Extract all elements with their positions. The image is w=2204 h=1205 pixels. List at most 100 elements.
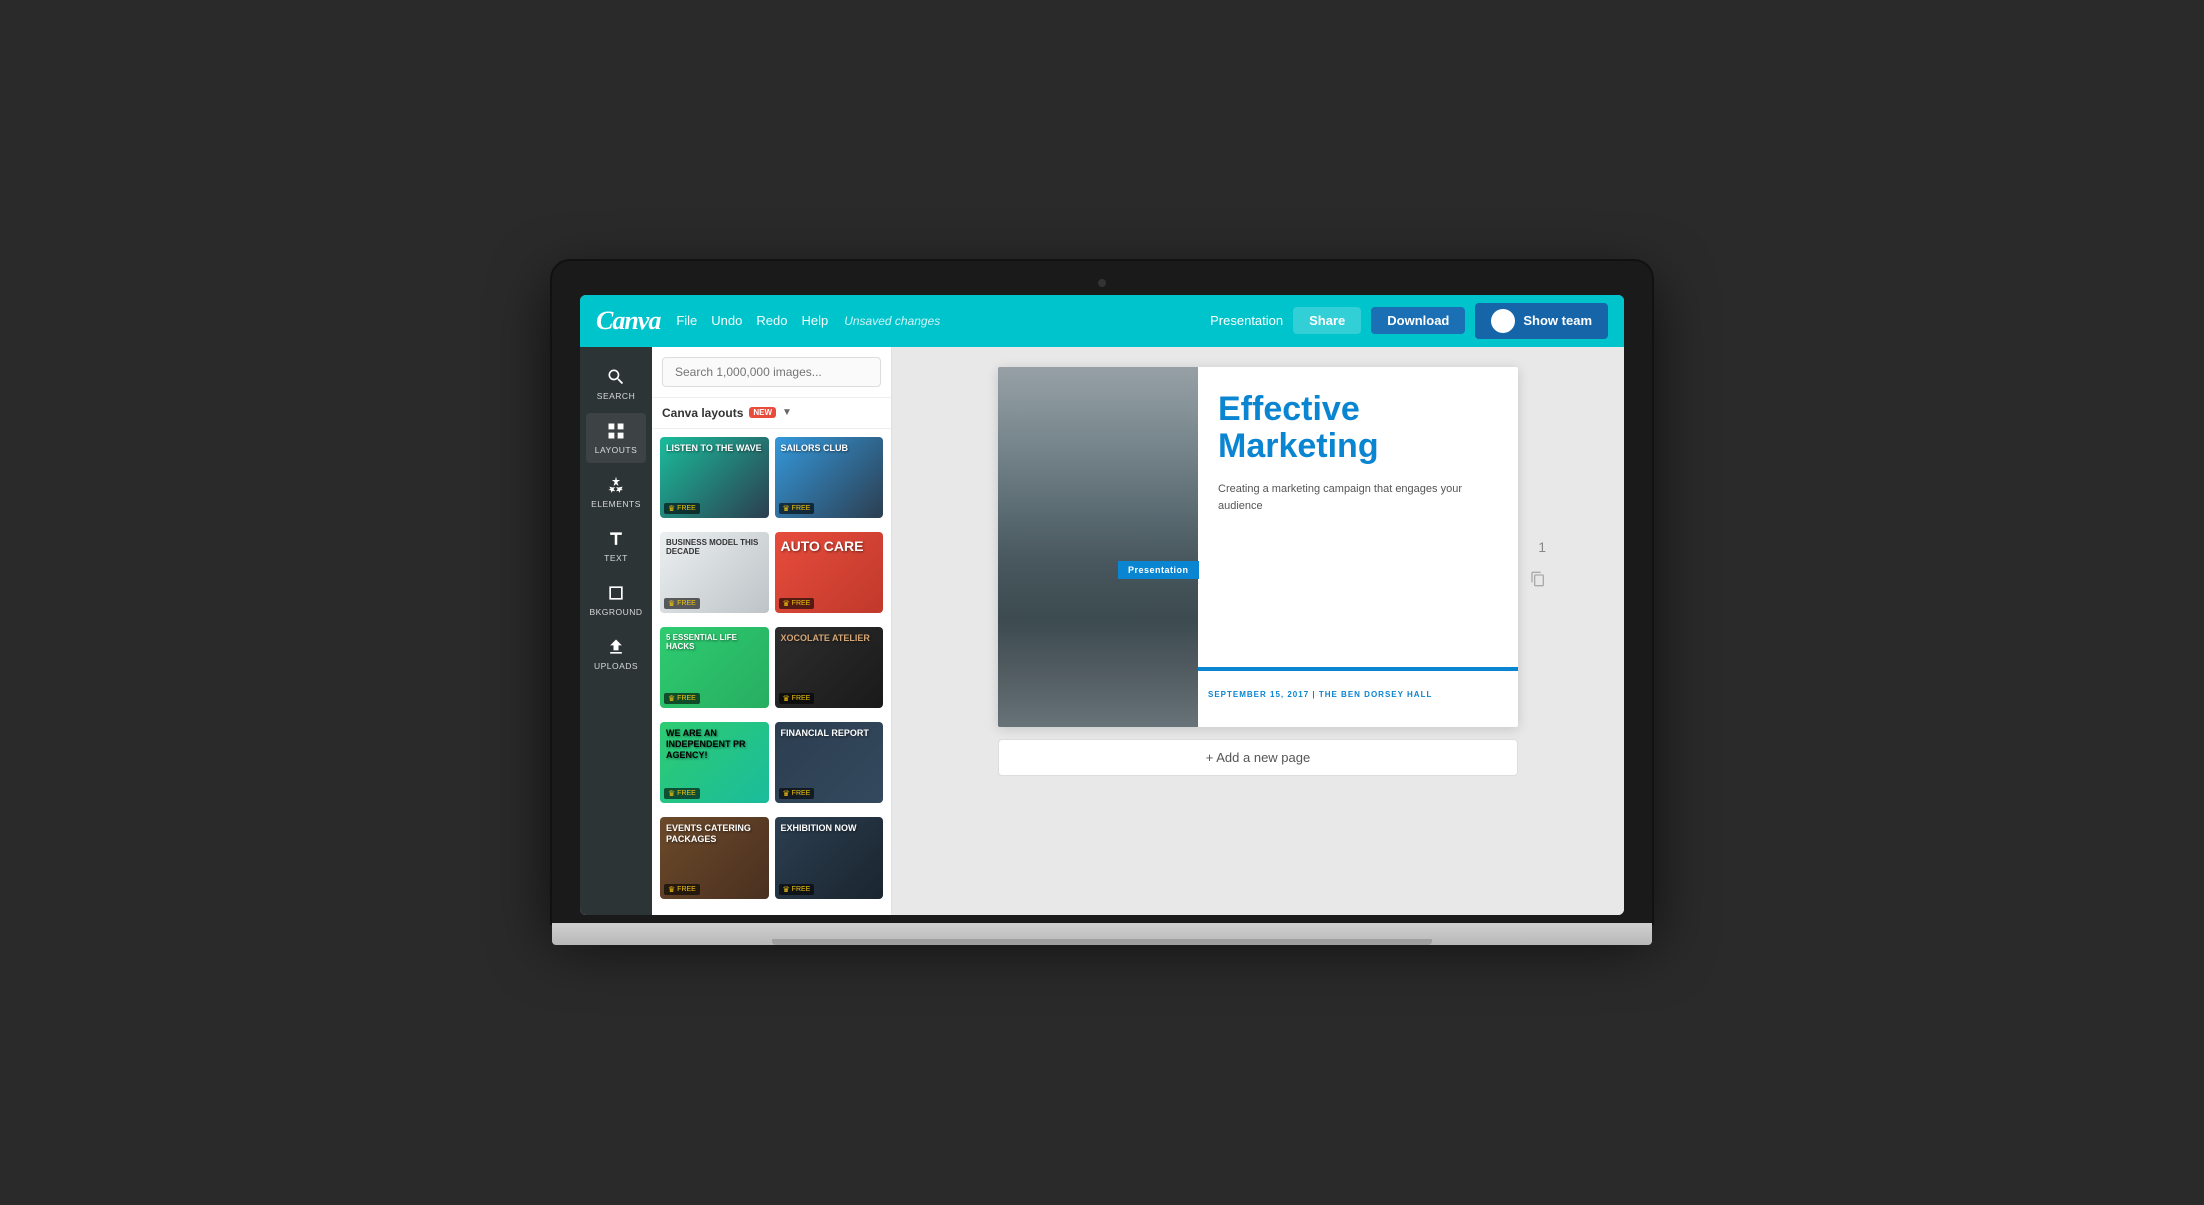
slide-blue-bar	[1198, 667, 1518, 671]
layouts-dropdown[interactable]: Canva layouts NEW ▼	[662, 406, 792, 420]
free-badge: ♛ FREE	[779, 788, 815, 799]
help-menu[interactable]: Help	[801, 313, 828, 328]
card-title: AUTO CARE	[781, 538, 878, 555]
free-badge: ♛ FREE	[664, 503, 700, 514]
sidebar-item-uploads[interactable]: UPLOADS	[586, 629, 646, 679]
camera	[1098, 279, 1106, 287]
topbar-menu: File Undo Redo Help	[676, 313, 828, 328]
crown-icon: ♛	[668, 504, 675, 513]
screen-bezel: Canva File Undo Redo Help Unsaved change…	[552, 261, 1652, 923]
layout-card-lifehacks[interactable]: 5 Essential Life Hacks ♛ FREE	[660, 627, 769, 708]
card-title: EVENTS CATERING PACKAGES	[666, 823, 763, 845]
slide[interactable]: Effective Marketing Creating a marketing…	[998, 367, 1518, 727]
crown-icon: ♛	[668, 694, 675, 703]
crown-icon: ♛	[668, 599, 675, 608]
copy-page-icon[interactable]	[1530, 571, 1546, 590]
canva-logo[interactable]: Canva	[596, 306, 660, 336]
slide-title: Effective Marketing	[1218, 391, 1498, 466]
main-layout: SEARCH LAYOUTS ELEMENTS	[580, 347, 1624, 915]
download-button[interactable]: Download	[1371, 307, 1465, 334]
share-button[interactable]: Share	[1293, 307, 1361, 334]
search-input[interactable]	[662, 357, 881, 387]
free-badge: ♛ FREE	[664, 693, 700, 704]
layout-card-exhibition[interactable]: EXHIBITION NOW ♛ FREE	[775, 817, 884, 898]
slide-image	[998, 367, 1198, 727]
layout-card-financial[interactable]: FINANCIAL REPORT ♛ FREE	[775, 722, 884, 803]
panels-area: Canva layouts NEW ▼ LISTEN TO THE WAVE ♛…	[652, 347, 892, 915]
free-badge: ♛ FREE	[664, 884, 700, 895]
slide-content: Effective Marketing Creating a marketing…	[998, 367, 1518, 727]
crown-icon: ♛	[783, 885, 790, 894]
layouts-icon	[606, 421, 626, 441]
layout-card-chocolate[interactable]: XOCOLATE ATELIER ♛ FREE	[775, 627, 884, 708]
free-badge: ♛ FREE	[664, 598, 700, 609]
card-title: FINANCIAL REPORT	[781, 728, 878, 739]
slide-date: SEPTEMBER 15, 2017 | THE BEN DORSEY HALL	[1208, 690, 1432, 699]
topbar-right: Presentation Share Download Show team	[1210, 303, 1608, 339]
free-badge: ♛ FREE	[664, 788, 700, 799]
layout-card-business[interactable]: Business Model this Decade ♛ FREE	[660, 532, 769, 613]
file-menu[interactable]: File	[676, 313, 697, 328]
text-label: TEXT	[604, 553, 628, 563]
card-title: Business Model this Decade	[666, 538, 763, 557]
unsaved-changes-label: Unsaved changes	[844, 314, 940, 328]
show-team-button[interactable]: Show team	[1475, 303, 1608, 339]
slide-label-bar: Presentation	[1118, 561, 1199, 579]
layouts-dropdown-label: Canva layouts	[662, 406, 743, 420]
add-page-button[interactable]: + Add a new page	[998, 739, 1518, 776]
card-title: 5 Essential Life Hacks	[666, 633, 763, 652]
text-icon	[606, 529, 626, 549]
undo-menu[interactable]: Undo	[711, 313, 742, 328]
app: Canva File Undo Redo Help Unsaved change…	[580, 295, 1624, 915]
slide-image-overlay	[998, 367, 1198, 727]
sidebar-item-text[interactable]: TEXT	[586, 521, 646, 571]
card-title: SAILORS CLUB	[781, 443, 878, 454]
free-badge: ♛ FREE	[779, 884, 815, 895]
layouts-label: LAYOUTS	[595, 445, 638, 455]
search-icon	[606, 367, 626, 387]
card-title: XOCOLATE ATELIER	[781, 633, 878, 644]
layouts-header: Canva layouts NEW ▼	[652, 398, 891, 429]
layout-card-listen[interactable]: LISTEN TO THE WAVE ♛ FREE	[660, 437, 769, 518]
sidebar-item-background[interactable]: BKGROUND	[586, 575, 646, 625]
card-title: LISTEN TO THE WAVE	[666, 443, 763, 454]
layout-card-agency[interactable]: WE ARE AN INDEPENDENT PR AGENCY! ♛ FREE	[660, 722, 769, 803]
crown-icon: ♛	[783, 504, 790, 513]
sidebar-item-layouts[interactable]: LAYOUTS	[586, 413, 646, 463]
free-badge: ♛ FREE	[779, 503, 815, 514]
chevron-down-icon: ▼	[782, 407, 792, 418]
show-team-label: Show team	[1523, 313, 1592, 328]
crown-icon: ♛	[783, 599, 790, 608]
layout-card-sailors[interactable]: SAILORS CLUB ♛ FREE	[775, 437, 884, 518]
search-box	[652, 347, 891, 398]
card-title: WE ARE AN INDEPENDENT PR AGENCY!	[666, 728, 763, 760]
slide-text-area: Effective Marketing Creating a marketing…	[1198, 367, 1518, 727]
card-title: EXHIBITION NOW	[781, 823, 878, 834]
avatar	[1491, 309, 1515, 333]
crown-icon: ♛	[668, 789, 675, 798]
uploads-icon	[606, 637, 626, 657]
layouts-grid: LISTEN TO THE WAVE ♛ FREE SAILORS CLUB ♛…	[652, 429, 891, 915]
free-badge: ♛ FREE	[779, 598, 815, 609]
presentation-type-label: Presentation	[1210, 313, 1283, 328]
layout-card-auto[interactable]: AUTO CARE ♛ FREE	[775, 532, 884, 613]
elements-icon	[606, 475, 626, 495]
sidebar-item-search[interactable]: SEARCH	[586, 359, 646, 409]
crown-icon: ♛	[668, 885, 675, 894]
free-badge: ♛ FREE	[779, 693, 815, 704]
slide-container: Effective Marketing Creating a marketing…	[998, 367, 1518, 727]
screen: Canva File Undo Redo Help Unsaved change…	[580, 295, 1624, 915]
crown-icon: ♛	[783, 694, 790, 703]
redo-menu[interactable]: Redo	[756, 313, 787, 328]
topbar: Canva File Undo Redo Help Unsaved change…	[580, 295, 1624, 347]
new-badge: NEW	[749, 407, 776, 418]
canvas-area: Effective Marketing Creating a marketing…	[892, 347, 1624, 915]
layout-card-events[interactable]: EVENTS CATERING PACKAGES ♛ FREE	[660, 817, 769, 898]
sidebar: SEARCH LAYOUTS ELEMENTS	[580, 347, 652, 915]
crown-icon: ♛	[783, 789, 790, 798]
sidebar-item-elements[interactable]: ELEMENTS	[586, 467, 646, 517]
slide-subtitle: Creating a marketing campaign that engag…	[1218, 481, 1498, 514]
background-icon	[606, 583, 626, 603]
elements-label: ELEMENTS	[591, 499, 641, 509]
slide-page-number: 1	[1538, 539, 1546, 555]
